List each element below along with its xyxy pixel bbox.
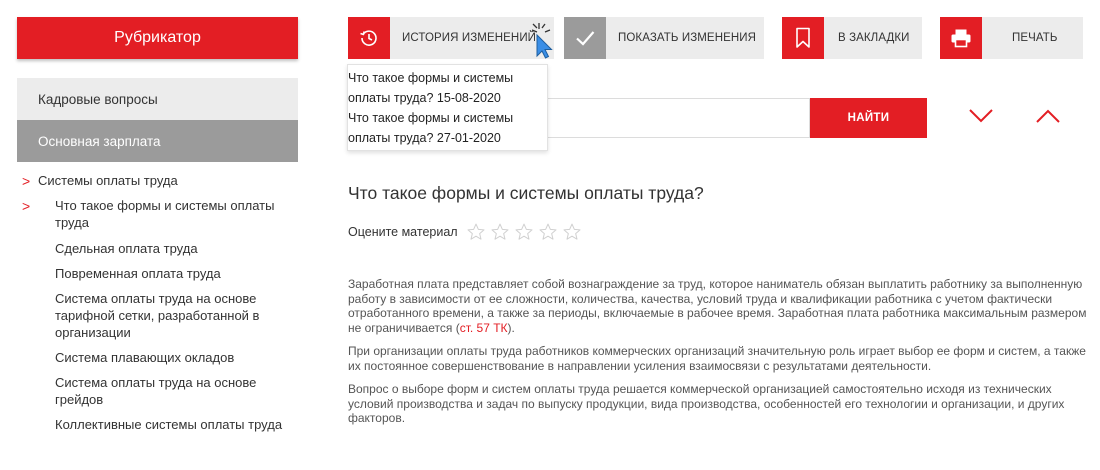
print-label: ПЕЧАТЬ bbox=[1012, 32, 1058, 44]
tree-item-label: Сдельная оплата труда bbox=[55, 241, 198, 256]
star-outline-icon[interactable] bbox=[466, 222, 486, 242]
star-outline-icon[interactable] bbox=[514, 222, 534, 242]
search-button-label: НАЙТИ bbox=[847, 112, 890, 124]
next-match-button[interactable] bbox=[968, 108, 994, 129]
search-input[interactable] bbox=[547, 98, 810, 138]
tree-item-time-based[interactable]: Повременная оплата труда bbox=[22, 265, 298, 282]
checkmark-icon bbox=[564, 17, 606, 59]
history-clock-icon bbox=[348, 17, 390, 59]
bookmark-label: В ЗАКЛАДКИ bbox=[838, 32, 910, 44]
chevron-right-icon: > bbox=[22, 173, 31, 189]
star-outline-icon[interactable] bbox=[538, 222, 558, 242]
tree-item-pay-systems[interactable]: > Системы оплаты труда bbox=[22, 172, 298, 189]
chevron-right-icon: > bbox=[22, 198, 31, 214]
history-dropdown: Что такое формы и системы оплаты труда? … bbox=[347, 64, 548, 151]
rubricator-label: Рубрикатор bbox=[114, 29, 201, 46]
bookmark-button[interactable]: В ЗАКЛАДКИ bbox=[782, 17, 922, 59]
law-reference-link[interactable]: ст. 57 ТК bbox=[460, 321, 508, 335]
history-version-item[interactable]: Что такое формы и системы оплаты труда? … bbox=[348, 108, 547, 148]
star-outline-icon[interactable] bbox=[490, 222, 510, 242]
category-hr-questions[interactable]: Кадровые вопросы bbox=[17, 78, 298, 120]
prev-match-button[interactable] bbox=[1035, 108, 1061, 129]
chevron-up-icon bbox=[1036, 109, 1060, 123]
history-label: ИСТОРИЯ ИЗМЕНЕНИЙ bbox=[402, 32, 537, 44]
rubricator-button[interactable]: Рубрикатор bbox=[17, 17, 298, 59]
tree-item-floating-salaries[interactable]: Система плавающих окладов bbox=[22, 349, 298, 366]
tree-item-collective[interactable]: Коллективные системы оплаты труда bbox=[22, 416, 298, 433]
tree-item-grades[interactable]: Система оплаты труда на основе грейдов bbox=[22, 374, 298, 408]
tree-item-label: Коллективные системы оплаты труда bbox=[55, 417, 283, 432]
print-button[interactable]: ПЕЧАТЬ bbox=[940, 17, 1083, 59]
search-button[interactable]: НАЙТИ bbox=[810, 98, 927, 138]
printer-icon bbox=[940, 17, 982, 59]
category-label: Основная зарплата bbox=[38, 133, 161, 149]
article-body: Заработная плата представляет собой возн… bbox=[348, 277, 1090, 435]
tree-item-label: Повременная оплата труда bbox=[55, 266, 221, 281]
rating-widget: Оцените материал bbox=[348, 222, 582, 242]
article-text: ). bbox=[507, 320, 515, 335]
rating-stars bbox=[466, 222, 582, 242]
history-button[interactable]: ИСТОРИЯ ИЗМЕНЕНИЙ bbox=[348, 17, 554, 59]
category-tree: > Системы оплаты труда > Что такое формы… bbox=[22, 172, 298, 441]
tree-item-label: Что такое формы и системы оплаты труда bbox=[55, 198, 275, 230]
tree-item-tariff-grid[interactable]: Система оплаты труда на основе тарифной … bbox=[22, 290, 298, 341]
mouse-cursor-icon bbox=[530, 21, 556, 66]
article-paragraph: Заработная плата представляет собой возн… bbox=[348, 277, 1090, 335]
article-title: Что такое формы и системы оплаты труда? bbox=[348, 183, 704, 203]
category-label: Кадровые вопросы bbox=[38, 91, 158, 107]
chevron-down-icon bbox=[969, 109, 993, 123]
show-changes-button[interactable]: ПОКАЗАТЬ ИЗМЕНЕНИЯ bbox=[564, 17, 764, 59]
tree-item-forms-and-systems[interactable]: > Что такое формы и системы оплаты труда bbox=[22, 197, 298, 231]
tree-item-label: Система оплаты труда на основе тарифной … bbox=[55, 291, 260, 340]
bookmark-icon bbox=[782, 17, 824, 59]
tree-item-label: Система оплаты труда на основе грейдов bbox=[55, 375, 257, 407]
article-paragraph: При организации оплаты труда работников … bbox=[348, 344, 1086, 373]
tree-item-piecework[interactable]: Сдельная оплата труда bbox=[22, 240, 298, 257]
rating-label: Оцените материал bbox=[348, 225, 458, 239]
tree-item-label: Система плавающих окладов bbox=[55, 350, 235, 365]
tree-item-label: Системы оплаты труда bbox=[38, 173, 178, 188]
star-outline-icon[interactable] bbox=[562, 222, 582, 242]
history-version-item[interactable]: Что такое формы и системы оплаты труда? … bbox=[348, 68, 547, 108]
article-paragraph: Вопрос о выборе форм и систем оплаты тру… bbox=[348, 382, 1065, 425]
category-basic-salary[interactable]: Основная зарплата bbox=[17, 120, 298, 162]
show-changes-label: ПОКАЗАТЬ ИЗМЕНЕНИЯ bbox=[618, 32, 757, 44]
